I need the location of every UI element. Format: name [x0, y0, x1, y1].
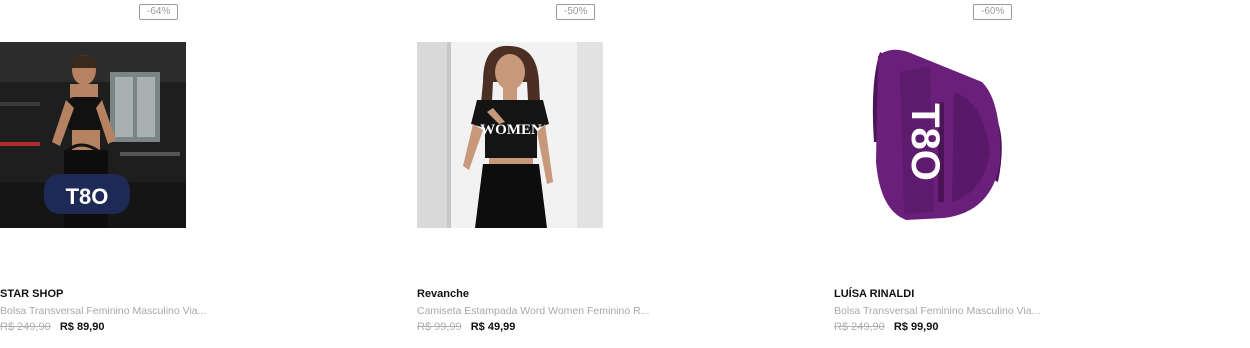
product-name[interactable]: Bolsa Transversal Feminino Masculino Via…: [834, 305, 1074, 317]
product-name[interactable]: Bolsa Transversal Feminino Masculino Via…: [0, 305, 240, 317]
current-price: R$ 99,90: [893, 321, 939, 333]
price-row: R$ 99,99 R$ 49,99: [417, 321, 515, 333]
product-brand[interactable]: LUÍSA RINALDI: [834, 288, 914, 300]
product-card[interactable]: -60% T8O LUÍSA RINALDI Bolsa Transversal…: [834, 0, 1094, 348]
product-card[interactable]: -50% WOMEN Revanche Camiseta Estampada W…: [417, 0, 677, 348]
product-card[interactable]: -64% T8O STAR SHOP Bolsa Transversal Fem…: [0, 0, 260, 348]
current-price: R$ 89,90: [59, 321, 105, 333]
price-row: R$ 249,90 R$ 89,90: [0, 321, 104, 333]
product-image[interactable]: WOMEN: [417, 42, 603, 228]
price-row: R$ 249,90 R$ 99,90: [834, 321, 938, 333]
discount-badge: -50%: [556, 4, 596, 20]
discount-badge: -64%: [139, 4, 179, 20]
product-grid: -64% T8O STAR SHOP Bolsa Transversal Fem…: [0, 0, 1250, 348]
product-name[interactable]: Camiseta Estampada Word Women Feminino R…: [417, 305, 657, 317]
product-brand[interactable]: STAR SHOP: [0, 288, 63, 300]
bag-logo: T8O: [903, 103, 947, 181]
product-image[interactable]: T8O: [0, 42, 186, 228]
discount-badge: -60%: [973, 4, 1013, 20]
current-price: R$ 49,99: [470, 321, 516, 333]
old-price: R$ 249,90: [0, 321, 51, 333]
old-price: R$ 249,90: [834, 321, 885, 333]
product-brand[interactable]: Revanche: [417, 288, 469, 300]
bag-logo: T8O: [66, 184, 109, 209]
shirt-print: WOMEN: [480, 122, 542, 138]
product-image[interactable]: T8O: [834, 42, 1020, 228]
old-price: R$ 99,99: [417, 321, 462, 333]
